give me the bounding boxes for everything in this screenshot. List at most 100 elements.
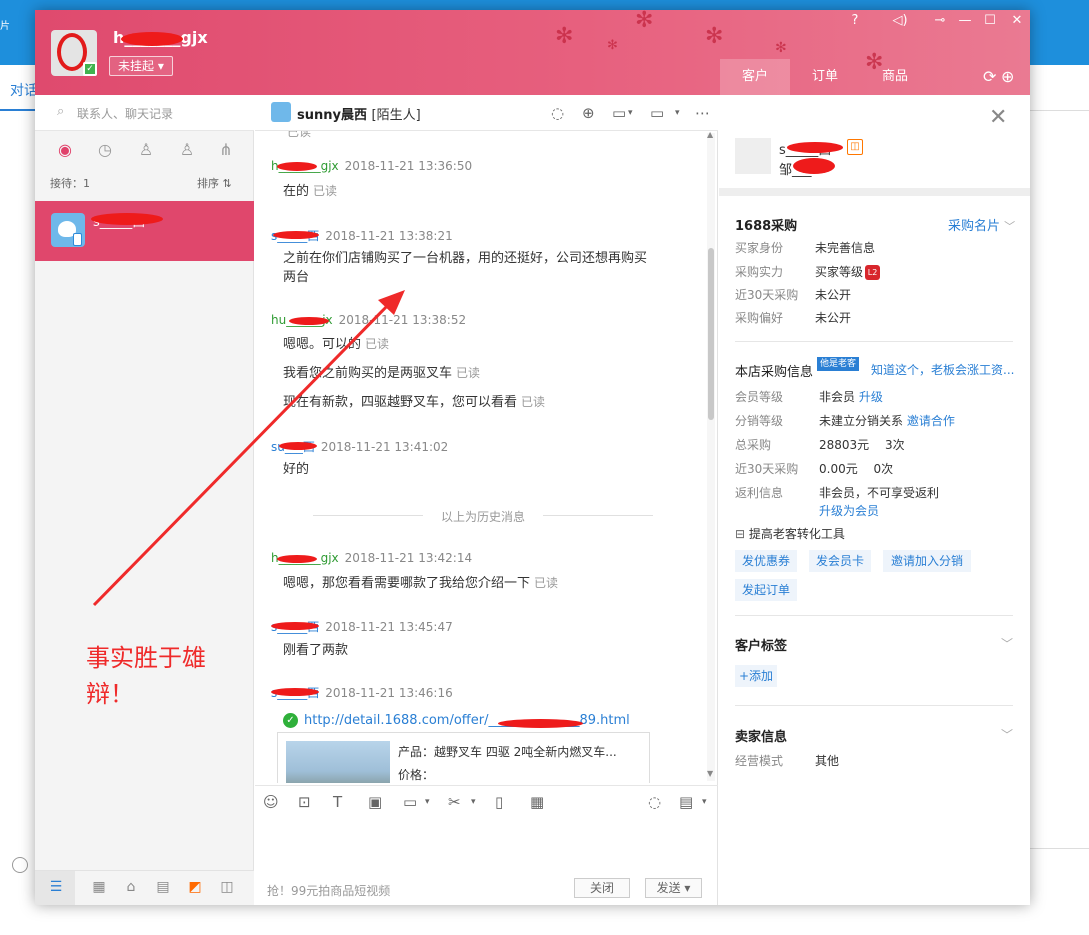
recent-tab-icon[interactable]: ◷ bbox=[93, 140, 117, 159]
close-button[interactable]: 关闭 bbox=[574, 878, 630, 898]
chevron-down-icon[interactable]: ▾ bbox=[675, 108, 680, 118]
minimize-icon[interactable]: — bbox=[955, 13, 975, 28]
scroll-up-icon[interactable]: ▲ bbox=[707, 130, 713, 139]
add-panel-icon[interactable]: ⊕ bbox=[1001, 67, 1014, 86]
background-app-tab[interactable]: 对话 bbox=[10, 80, 38, 100]
add-contact-icon[interactable]: ⊕ bbox=[582, 104, 595, 122]
tab-customer[interactable]: 客户 bbox=[720, 59, 790, 95]
group-tab-icon[interactable]: ♙ bbox=[175, 140, 199, 159]
video-call-icon[interactable]: ▭ bbox=[650, 104, 664, 122]
shake-icon[interactable]: ▯ bbox=[495, 793, 503, 811]
product-card[interactable]: 产品：越野叉车 四驱 2吨全新内燃叉车... 价格： bbox=[277, 732, 650, 783]
invite-distribution-button[interactable]: 邀请加入分销 bbox=[883, 550, 971, 572]
folder-icon[interactable]: ▭ bbox=[403, 793, 417, 811]
org-tab-icon[interactable]: ⋔ bbox=[214, 140, 238, 159]
app-icon[interactable]: ▦ bbox=[89, 879, 109, 895]
chat-tab-icon[interactable]: ◉ bbox=[53, 140, 77, 159]
product-price: 价格： bbox=[398, 768, 435, 782]
image-icon[interactable]: ▣ bbox=[368, 793, 382, 811]
order-icon[interactable]: ▭ bbox=[612, 104, 626, 122]
field-label: 分销等级 bbox=[735, 414, 784, 428]
quick-reply-icon[interactable]: ◌ bbox=[648, 793, 661, 811]
background-divider bbox=[1030, 110, 1089, 111]
scroll-down-icon[interactable]: ▼ bbox=[707, 769, 713, 778]
chevron-down-icon[interactable]: ﹀ bbox=[1001, 726, 1013, 743]
promo-link[interactable]: 抢！99元拍商品短视频 bbox=[267, 882, 390, 899]
pin-icon[interactable]: ⊸ bbox=[930, 13, 950, 28]
invite-cooperation-link[interactable]: 邀请合作 bbox=[907, 414, 955, 428]
background-emoji-icon[interactable] bbox=[12, 857, 28, 873]
redaction-mark bbox=[498, 719, 583, 728]
scrollbar-thumb[interactable] bbox=[708, 248, 714, 420]
send-coupon-button[interactable]: 发优惠券 bbox=[735, 550, 797, 572]
emoji-icon[interactable]: ☺ bbox=[263, 793, 279, 811]
verified-icon: ✓ bbox=[283, 713, 298, 728]
contact-item-selected[interactable]: s_____西 bbox=[35, 201, 254, 261]
scissors-icon[interactable]: ✂ bbox=[448, 793, 461, 811]
history-icon[interactable]: ▤ bbox=[679, 793, 693, 811]
search-box[interactable]: ⌕ 联系人、聊天记录 bbox=[35, 95, 254, 131]
chevron-down-icon[interactable]: ▾ bbox=[702, 797, 707, 807]
message-scrollbar[interactable]: ▲ ▼ bbox=[707, 130, 715, 781]
close-window-icon[interactable]: ✕ bbox=[1007, 13, 1027, 28]
history-divider: 以上为历史消息 bbox=[313, 508, 653, 524]
section-title-1688: 1688采购 bbox=[735, 219, 798, 234]
send-button[interactable]: 发送 ▾ bbox=[645, 878, 702, 898]
tools-title: ⊟ 提高老客转化工具 bbox=[735, 525, 845, 542]
redaction-mark bbox=[277, 162, 317, 171]
upgrade-member-link[interactable]: 升级为会员 bbox=[819, 502, 879, 519]
chevron-down-icon[interactable]: ﹀ bbox=[1001, 635, 1013, 652]
field-label: 返利信息 bbox=[735, 486, 784, 500]
read-receipt: 已读 bbox=[534, 576, 559, 590]
sort-button[interactable]: 排序 ⇅ bbox=[197, 175, 232, 191]
message-text: 好的 bbox=[283, 460, 653, 479]
message-content: 之前在你们店铺购买了一台机器，用的还挺好，公司还想再购买两台 bbox=[283, 251, 648, 285]
customer-info-pane: ✕ s_____西 ◫ 邹___ 1688采购 采购名片 ﹀ 买家身份 未完善信… bbox=[719, 95, 1030, 905]
calendar-icon[interactable]: ▦ bbox=[530, 793, 544, 811]
tab-products[interactable]: 商品 bbox=[860, 59, 930, 95]
contact-tab-icon[interactable]: ♙ bbox=[134, 140, 158, 159]
field-value: 28803元 3次 bbox=[819, 438, 905, 452]
send-member-card-button[interactable]: 发会员卡 bbox=[809, 550, 871, 572]
plugin-icon[interactable]: ◩ bbox=[185, 879, 205, 895]
sound-icon[interactable]: ◁) bbox=[890, 13, 910, 28]
transfer-chat-icon[interactable]: ◌ bbox=[551, 104, 564, 122]
customer-avatar bbox=[735, 138, 771, 174]
purchase-card-link[interactable]: 采购名片 ﹀ bbox=[948, 215, 1015, 234]
close-panel-icon[interactable]: ✕ bbox=[989, 105, 1007, 130]
add-tag-button[interactable]: +添加 bbox=[735, 665, 777, 687]
buyer-name-text: sunny晨西 bbox=[297, 108, 367, 123]
notes-icon[interactable]: ▤ bbox=[153, 879, 173, 895]
menu-icon[interactable]: ☰ bbox=[46, 879, 66, 895]
tips-link[interactable]: 知道这个，老板会涨工资... bbox=[871, 361, 1014, 378]
message-content: 嗯嗯。可以的 bbox=[283, 337, 362, 352]
refresh-icon[interactable]: ⟳ bbox=[983, 67, 996, 86]
field-value: 非会员 升级 bbox=[819, 388, 883, 405]
buyer-avatar[interactable] bbox=[271, 102, 291, 122]
chevron-down-icon[interactable]: ▾ bbox=[628, 108, 633, 118]
upgrade-link[interactable]: 升级 bbox=[859, 390, 883, 404]
product-link[interactable]: http://detail.1688.com/offer/___________… bbox=[304, 713, 630, 728]
create-order-button[interactable]: 发起订单 bbox=[735, 579, 797, 601]
shop-icon[interactable]: ⌂ bbox=[121, 879, 141, 895]
buyer-level-badge: L2 bbox=[865, 265, 881, 280]
status-dropdown[interactable]: 未挂起 ▾ bbox=[109, 56, 173, 76]
left-bottom-toolbar: ☰ ▦ ⌂ ▤ ◩ ◫ bbox=[35, 870, 254, 905]
maximize-icon[interactable]: ☐ bbox=[980, 13, 1000, 28]
text-format-icon[interactable]: T bbox=[333, 793, 342, 811]
tab-orders[interactable]: 订单 bbox=[790, 59, 860, 95]
stamp-icon[interactable]: ⊡ bbox=[298, 793, 311, 811]
message-list: 已读 h_______gjx2018-11-21 13:36:50 在的已读 s… bbox=[255, 131, 718, 783]
redaction-mark bbox=[793, 158, 835, 174]
message-text: 嗯嗯，那您看看需要哪款了我给您介绍一下 已读 bbox=[283, 574, 653, 593]
help-icon[interactable]: ? bbox=[845, 13, 865, 28]
reception-count: 接待：1 bbox=[50, 177, 90, 190]
chevron-down-icon[interactable]: ▾ bbox=[425, 797, 430, 807]
message-input[interactable]: 抢！99元拍商品短视频 关闭 发送 ▾ bbox=[255, 815, 718, 905]
snowflake-decoration: ✻ bbox=[705, 24, 724, 49]
chevron-down-icon[interactable]: ▾ bbox=[471, 797, 476, 807]
layout-icon[interactable]: ◫ bbox=[217, 879, 237, 895]
snowflake-decoration: ✻ bbox=[635, 10, 654, 33]
field-value: 0.00元 0次 bbox=[819, 462, 894, 476]
more-icon[interactable]: ⋯ bbox=[695, 104, 710, 122]
